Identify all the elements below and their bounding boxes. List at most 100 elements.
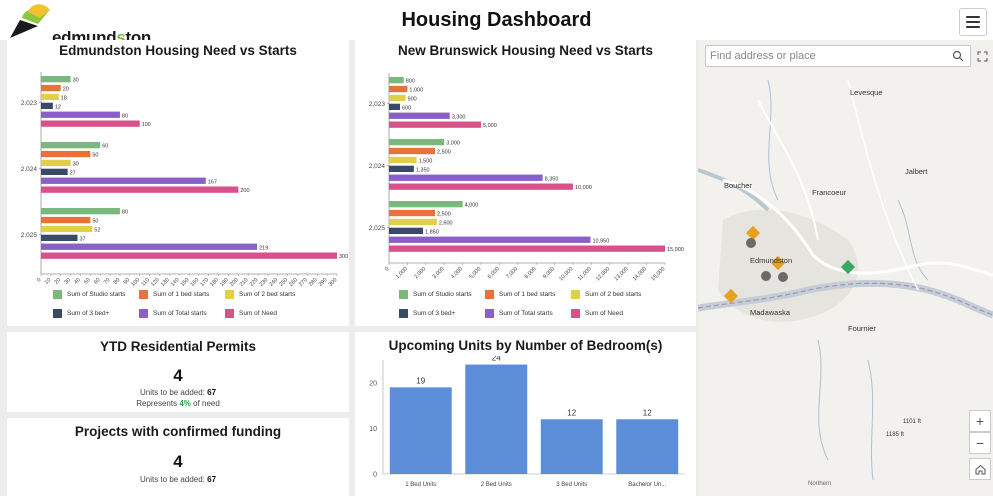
bar: [389, 227, 424, 234]
y-tick-label: 0: [373, 472, 377, 479]
x-tick-label: 5,000: [468, 266, 482, 280]
x-tick-label: 100: [130, 277, 141, 288]
bar-value-label: 1,850: [425, 229, 439, 235]
bar-value-label: 200: [240, 188, 249, 194]
zoom-out-button[interactable]: −: [969, 432, 991, 454]
bar-value-label: 18: [61, 96, 67, 102]
legend-item[interactable]: Sum of Need: [225, 309, 277, 318]
edmundston-bar-chart: 2,02330201812801002,024605030271672002,0…: [21, 72, 348, 288]
legend-swatch: [399, 290, 408, 299]
bar: [41, 243, 258, 250]
legend-item[interactable]: Sum of 2 bed starts: [225, 290, 295, 299]
bar-value-label: 1,000: [409, 88, 423, 94]
hamburger-icon[interactable]: [959, 8, 987, 36]
legend-item[interactable]: Sum of Total starts: [485, 309, 553, 318]
bar: [389, 183, 573, 190]
legend-item[interactable]: Sum of 1 bed starts: [485, 290, 555, 299]
legend-item[interactable]: Sum of 3 bed+: [399, 309, 455, 318]
bar-value-label: 20: [63, 87, 69, 93]
home-icon[interactable]: [969, 458, 991, 480]
x-tick-label: 1,000: [395, 266, 409, 280]
bar-value-label: 30: [73, 162, 79, 168]
x-tick-label: 180: [209, 277, 220, 288]
category-label: 1 Bed Units: [405, 482, 436, 488]
project-pin-marker[interactable]: [761, 271, 771, 281]
project-pin-marker[interactable]: [746, 238, 756, 248]
x-tick-label: 20: [54, 277, 63, 286]
bar: [41, 150, 91, 158]
bar-value-label: 3,300: [452, 114, 466, 120]
bar-value-label: 3,000: [446, 141, 460, 147]
x-tick-label: 12,000: [595, 266, 611, 282]
x-tick-label: 270: [298, 277, 309, 288]
x-tick-label: 10,000: [558, 266, 574, 282]
legend-item[interactable]: Sum of 3 bed+: [53, 309, 109, 318]
place-label: Francoeur: [812, 188, 847, 197]
legend-item[interactable]: Sum of 2 bed starts: [571, 290, 641, 299]
x-tick-label: 3,000: [432, 266, 446, 280]
legend-label: Sum of Studio starts: [67, 291, 126, 298]
bar-value-label: 8,350: [545, 176, 559, 182]
bar: [41, 93, 59, 101]
map-search-box[interactable]: [705, 45, 971, 67]
bar-value-label: 10,000: [575, 185, 592, 191]
map-panel[interactable]: Levesque Jalbert Boucher Francoeur Edmun…: [698, 40, 993, 496]
legend-label: Sum of Total starts: [153, 310, 207, 317]
funding-count: 4: [173, 452, 183, 471]
y-tick-label: 10: [369, 426, 377, 433]
place-label: Jalbert: [905, 167, 928, 176]
x-tick-label: 6,000: [487, 266, 501, 280]
bar: [41, 234, 78, 241]
legend-swatch: [571, 290, 580, 299]
project-pin-marker[interactable]: [778, 272, 788, 282]
bar: [41, 252, 337, 259]
legend-item[interactable]: Sum of Total starts: [139, 309, 207, 318]
map-basemap[interactable]: [698, 40, 993, 496]
search-icon[interactable]: [952, 50, 964, 62]
legend-swatch: [571, 309, 580, 318]
bar-value-label: 2,600: [439, 221, 453, 227]
bar: [41, 76, 71, 83]
nb-chart-panel: New Brunswick Housing Need vs Starts 2,0…: [355, 40, 696, 326]
x-tick-label: 10: [44, 277, 53, 286]
bar: [41, 168, 68, 175]
category-tick-label: 2,024: [21, 166, 38, 173]
x-tick-label: 300: [328, 277, 339, 288]
x-tick-label: 15,000: [650, 266, 666, 282]
legend-item[interactable]: Sum of Need: [571, 309, 623, 318]
bar-value-label: 80: [122, 113, 128, 119]
x-tick-label: 210: [239, 277, 250, 288]
legend-item[interactable]: Sum of Studio starts: [53, 290, 126, 299]
bar-value-label: 12: [567, 408, 576, 417]
bar: [41, 159, 71, 167]
x-tick-label: 0: [384, 266, 390, 272]
bar-value-label: 800: [406, 79, 415, 85]
bar: [389, 209, 435, 217]
category-tick-label: 2,025: [369, 225, 386, 232]
bar-value-label: 80: [122, 210, 128, 216]
bar: [41, 216, 91, 224]
zoom-in-button[interactable]: +: [969, 410, 991, 432]
legend-item[interactable]: Sum of 1 bed starts: [139, 290, 209, 299]
expand-icon[interactable]: [974, 45, 991, 67]
category-tick-label: 2,023: [21, 100, 38, 107]
x-tick-label: 290: [318, 277, 329, 288]
header-bar: edmundston Housing Dashboard: [0, 0, 993, 47]
edmundston-chart-title: Edmundston Housing Need vs Starts: [59, 43, 297, 58]
x-tick-label: 140: [170, 277, 181, 288]
bar: [389, 218, 437, 226]
nb-chart-title: New Brunswick Housing Need vs Starts: [397, 43, 654, 58]
bar: [389, 174, 543, 181]
legend-item[interactable]: Sum of Studio starts: [399, 290, 472, 299]
x-tick-label: 7,000: [505, 266, 519, 280]
bar: [389, 103, 401, 110]
bar: [389, 94, 406, 102]
legend-label: Sum of Need: [239, 310, 277, 317]
legend-swatch: [53, 309, 62, 318]
bar: [616, 419, 679, 474]
bar-value-label: 60: [102, 144, 108, 150]
map-search-input[interactable]: [710, 48, 948, 64]
x-tick-label: 160: [190, 277, 201, 288]
x-tick-label: 240: [268, 277, 279, 288]
x-tick-label: 280: [308, 277, 319, 288]
